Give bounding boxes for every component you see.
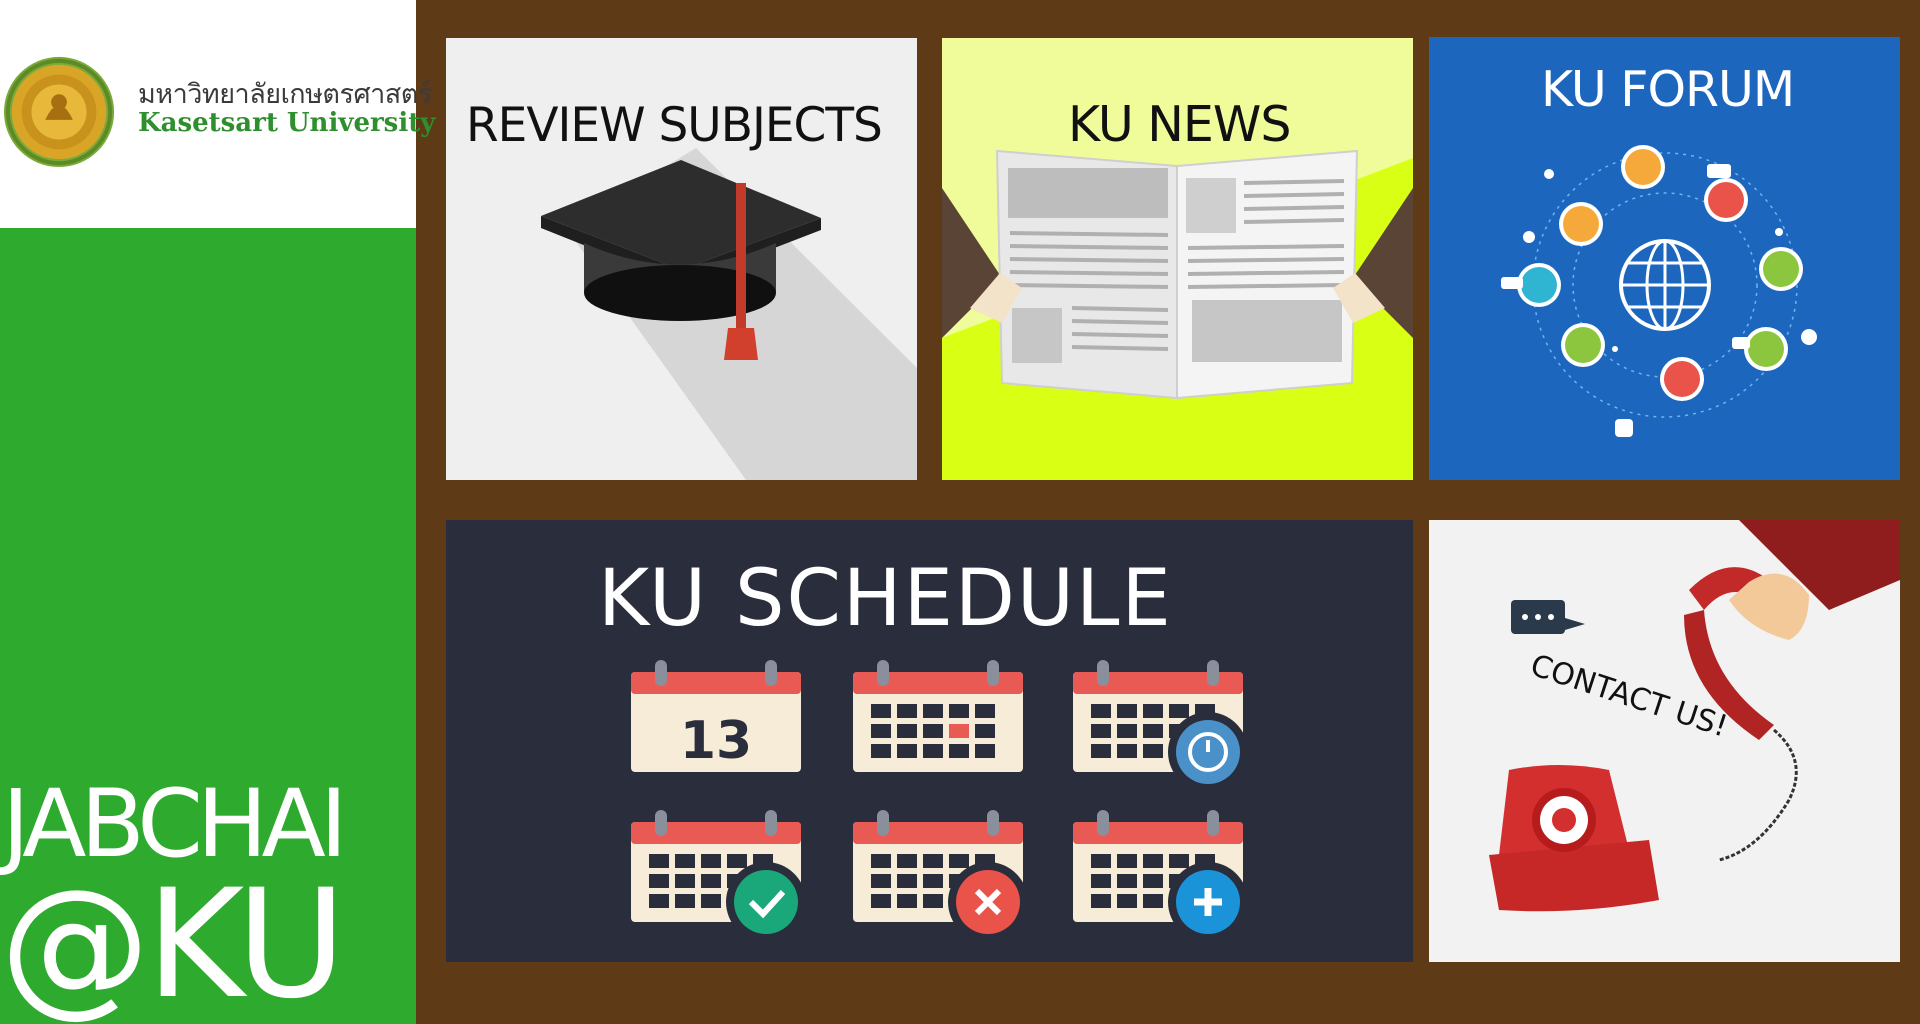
tile-ku-forum-title: KU FORUM bbox=[1541, 61, 1795, 118]
tile-ku-news-title: KU NEWS bbox=[1068, 96, 1291, 153]
university-logo-panel: มหาวิทยาลัยเกษตรศาสตร์ Kasetsart Univers… bbox=[0, 0, 435, 228]
tile-contact-us[interactable]: CONTACT US! bbox=[1429, 520, 1900, 962]
svg-text:13: 13 bbox=[680, 711, 752, 771]
tile-review-subjects[interactable]: REVIEW SUBJECTS bbox=[446, 38, 917, 480]
brand-subtitle: @KU bbox=[0, 858, 346, 1024]
tile-review-subjects-title: REVIEW SUBJECTS bbox=[466, 98, 883, 153]
tile-ku-forum[interactable]: KU FORUM bbox=[1429, 37, 1900, 480]
university-name-english: Kasetsart University bbox=[138, 108, 436, 138]
telephone-icon bbox=[1429, 520, 1900, 962]
tile-ku-schedule-title: KU SCHEDULE bbox=[598, 554, 1173, 644]
sidebar: มหาวิทยาลัยเกษตรศาสตร์ Kasetsart Univers… bbox=[0, 0, 435, 1024]
tile-ku-news[interactable]: KU NEWS bbox=[942, 38, 1413, 480]
tile-ku-schedule[interactable]: 13 KU SCHEDULE bbox=[446, 520, 1413, 962]
university-seal-icon bbox=[3, 56, 115, 168]
